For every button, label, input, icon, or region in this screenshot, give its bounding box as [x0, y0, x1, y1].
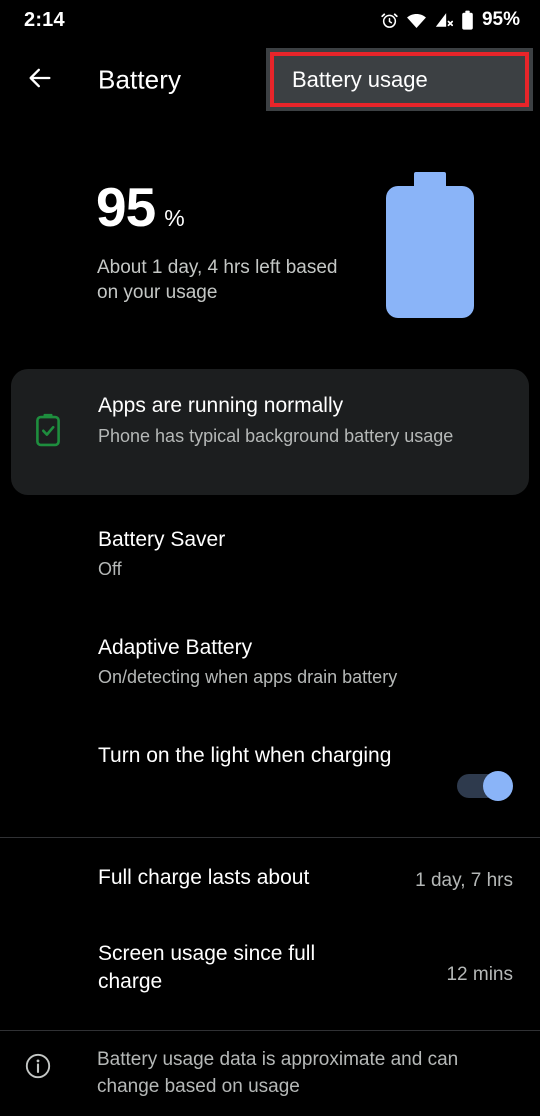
status-bar: 2:14 95%	[0, 0, 540, 40]
status-bar-icons: 95%	[380, 9, 520, 31]
back-arrow-icon	[26, 64, 54, 97]
battery-status-card-text: Apps are running normally Phone has typi…	[98, 392, 498, 449]
battery-summary: 95 % About 1 day, 4 hrs left based on yo…	[0, 160, 540, 330]
app-bar: Battery Battery usage	[0, 44, 540, 116]
battery-saver-subtitle: Off	[98, 559, 122, 579]
footer-note-text: Battery usage data is approximate and ca…	[97, 1049, 459, 1097]
sidebar-item-battery-saver[interactable]: Battery Saver Off	[0, 526, 540, 608]
divider-above-stats	[0, 837, 540, 838]
battery-usage-button[interactable]: Battery usage	[266, 48, 533, 111]
info-icon	[24, 1052, 52, 1085]
no-sim-signal-icon	[434, 11, 454, 30]
divider-above-footer	[0, 1030, 540, 1031]
full-charge-title: Full charge lasts about	[98, 866, 310, 889]
alarm-icon	[380, 11, 399, 30]
status-bar-battery-percent: 95%	[481, 9, 520, 30]
wifi-icon	[406, 11, 427, 30]
battery-icon	[461, 10, 474, 31]
battery-status-subtitle: Phone has typical background battery usa…	[98, 426, 454, 446]
full-charge-label-wrap: Full charge lasts about	[98, 864, 309, 892]
sidebar-item-charging-light[interactable]: Turn on the light when charging	[0, 742, 540, 830]
adaptive-battery-text: Adaptive Battery On/detecting when apps …	[98, 634, 397, 690]
battery-saver-text: Battery Saver Off	[98, 526, 225, 582]
battery-settings-screen: 2:14 95% Battery Battery usage 95 % Abou…	[0, 0, 540, 1116]
battery-check-icon	[35, 413, 61, 452]
battery-usage-button-label: Battery usage	[292, 66, 428, 92]
battery-status-card[interactable]: Apps are running normally Phone has typi…	[11, 369, 529, 495]
battery-estimate-text: About 1 day, 4 hrs left based on your us…	[97, 257, 338, 303]
stat-row-full-charge[interactable]: Full charge lasts about 1 day, 7 hrs	[0, 858, 540, 920]
full-charge-value: 1 day, 7 hrs	[415, 870, 513, 891]
stat-row-screen-usage[interactable]: Screen usage since full charge 12 mins	[0, 936, 540, 1020]
percent-sign: %	[164, 205, 185, 231]
battery-saver-title: Battery Saver	[98, 528, 226, 551]
page-title: Battery	[98, 64, 182, 95]
screen-usage-title: Screen usage since full charge	[98, 942, 316, 993]
battery-percent-value: 95	[96, 176, 156, 238]
adaptive-battery-title: Adaptive Battery	[98, 636, 253, 659]
status-bar-clock: 2:14	[24, 8, 65, 31]
sidebar-item-adaptive-battery[interactable]: Adaptive Battery On/detecting when apps …	[0, 634, 540, 716]
toggle-thumb	[483, 771, 513, 801]
screen-usage-value: 12 mins	[446, 964, 513, 985]
battery-status-title: Apps are running normally	[98, 394, 344, 417]
adaptive-battery-subtitle: On/detecting when apps drain battery	[98, 667, 398, 687]
screen-usage-label-wrap: Screen usage since full charge	[98, 940, 368, 996]
battery-percent-display: 95 %	[96, 180, 185, 235]
back-button[interactable]	[20, 60, 60, 100]
charging-light-toggle[interactable]	[457, 771, 513, 801]
battery-illustration-icon	[384, 170, 476, 325]
charging-light-text: Turn on the light when charging	[98, 742, 398, 770]
charging-light-title: Turn on the light when charging	[98, 744, 392, 767]
